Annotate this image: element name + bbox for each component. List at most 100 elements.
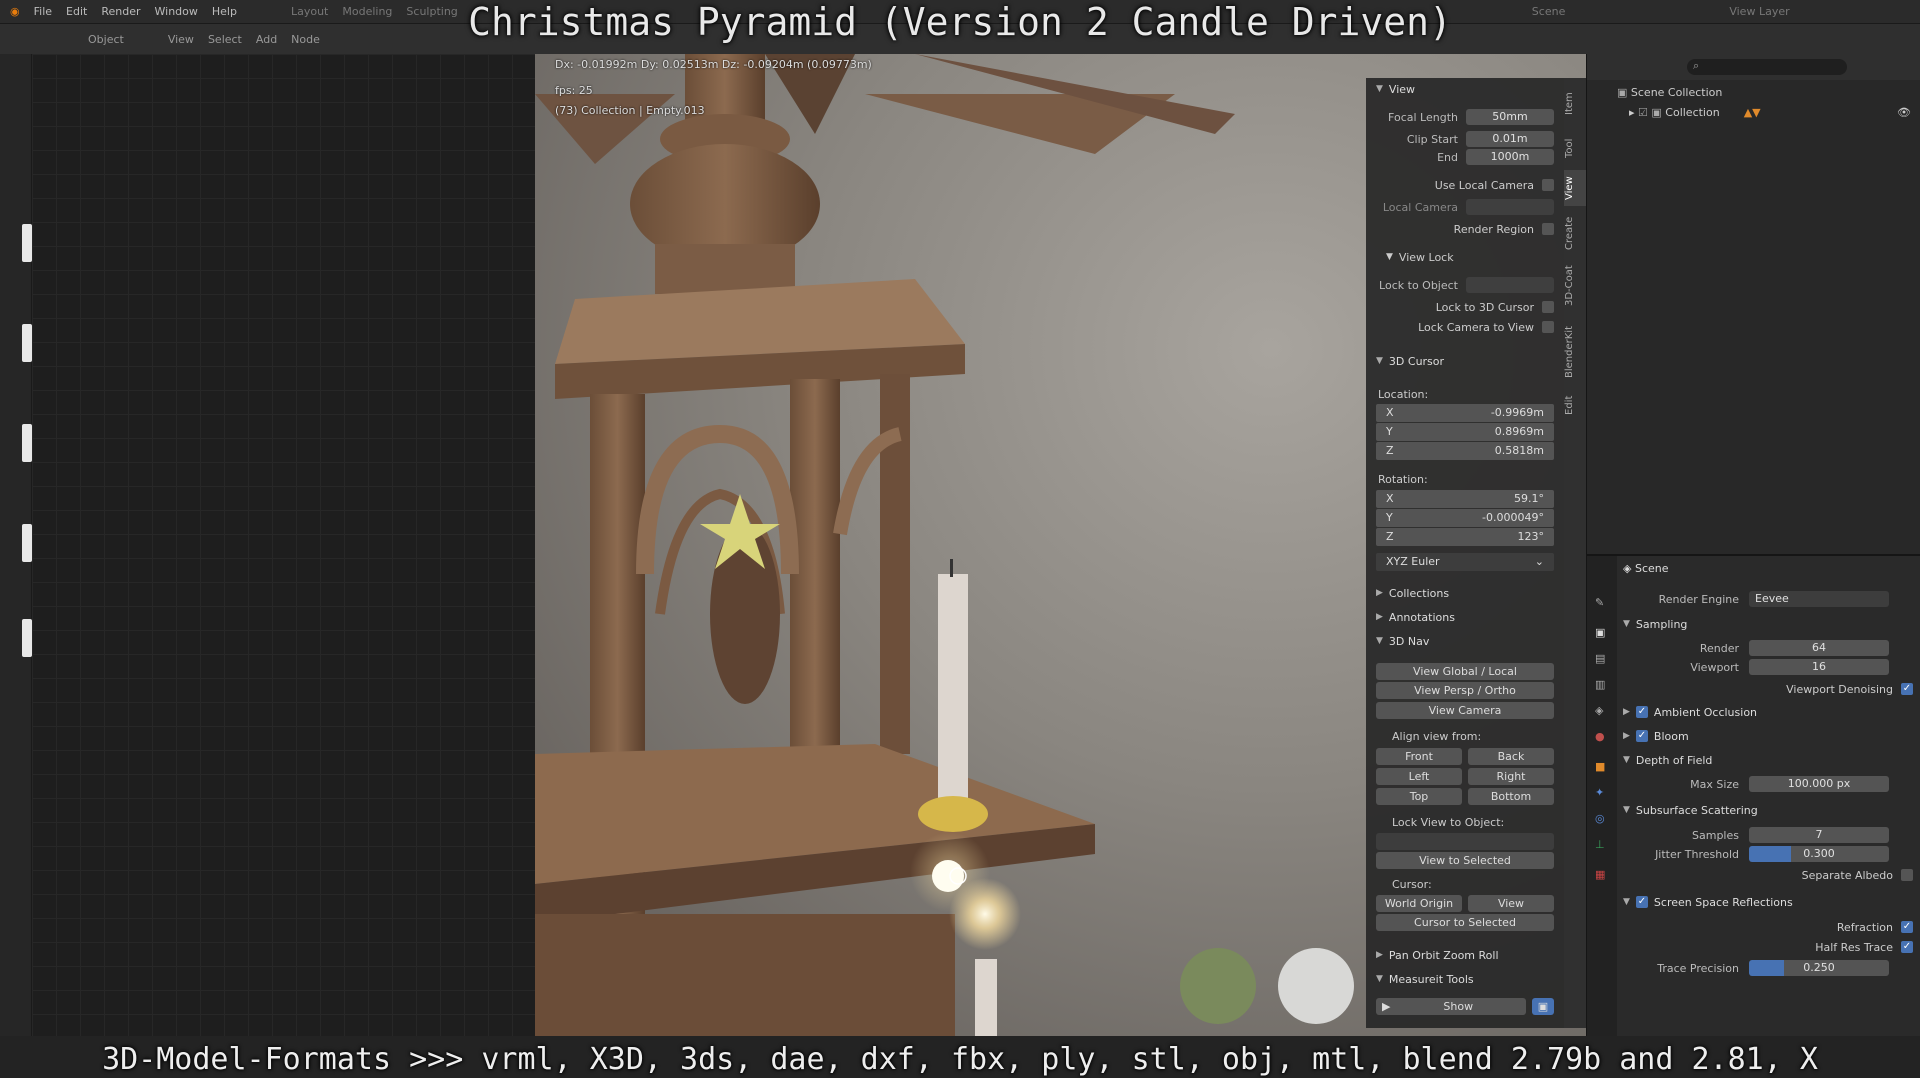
lock-to-object-field[interactable] xyxy=(1466,277,1554,293)
clip-end-field[interactable]: 1000m xyxy=(1466,149,1554,165)
texture-tab-icon[interactable]: ▦ xyxy=(1595,868,1605,881)
section-depth-of-field[interactable]: ▼ Depth of Field xyxy=(1623,750,1913,770)
menu-render[interactable]: Render xyxy=(101,5,140,18)
modifier-tab-icon[interactable]: ✦ xyxy=(1595,786,1604,799)
constraint-tab-icon[interactable]: ⊥ xyxy=(1595,838,1605,851)
tab-edit[interactable]: Edit xyxy=(1564,390,1586,420)
checkbox-icon[interactable]: ☑ xyxy=(1638,106,1651,119)
menu-help[interactable]: Help xyxy=(212,5,237,18)
ao-checkbox[interactable]: ✓ xyxy=(1635,706,1648,718)
ssr-checkbox[interactable]: ✓ xyxy=(1635,896,1648,908)
bloom-checkbox[interactable]: ✓ xyxy=(1635,730,1648,742)
cursor-location-x[interactable]: X -0.9969m xyxy=(1376,404,1554,422)
tab-tool[interactable]: Tool xyxy=(1564,130,1586,166)
use-local-camera-checkbox[interactable] xyxy=(1542,179,1554,191)
measureit-settings-icon[interactable]: ▣ xyxy=(1532,998,1554,1015)
header-node[interactable]: Node xyxy=(291,33,320,46)
menu-edit[interactable]: Edit xyxy=(66,5,87,18)
tool-tab-icon[interactable]: ✎ xyxy=(1595,596,1604,609)
tool-button[interactable] xyxy=(22,324,32,362)
panel-header-view[interactable]: ▼ View xyxy=(1366,78,1564,100)
half-res-trace-checkbox[interactable]: ✓ xyxy=(1901,941,1913,953)
panel-header-3d-cursor[interactable]: ▼ 3D Cursor xyxy=(1366,350,1564,372)
scene-collection-item[interactable]: ▣ Scene Collection xyxy=(1617,86,1722,99)
panel-header-measureit[interactable]: ▼ Measureit Tools xyxy=(1366,968,1564,990)
object-tab-icon[interactable]: ■ xyxy=(1595,760,1605,773)
viewport-denoising-checkbox[interactable]: ✓ xyxy=(1901,683,1913,695)
section-bloom[interactable]: ▶ ✓ Bloom xyxy=(1623,726,1913,746)
blender-logo-icon[interactable]: ◉ xyxy=(10,5,20,18)
collection-item[interactable]: ▸ ☑ ▣ Collection ▲▼ xyxy=(1629,106,1761,119)
tool-button[interactable] xyxy=(22,224,32,262)
cursor-location-y[interactable]: Y 0.8969m xyxy=(1376,423,1554,441)
section-subsurface-scattering[interactable]: ▼ Subsurface Scattering xyxy=(1623,800,1913,820)
render-region-checkbox[interactable] xyxy=(1542,223,1554,235)
panel-header-pan-orbit[interactable]: ▶ Pan Orbit Zoom Roll xyxy=(1366,944,1564,966)
outliner-search-input[interactable] xyxy=(1687,59,1847,75)
max-size-field[interactable]: 100.000 px xyxy=(1749,776,1889,792)
tab-blenderkit[interactable]: BlenderKit xyxy=(1564,318,1586,386)
align-right-button[interactable]: Right xyxy=(1468,768,1554,785)
cursor-rotation-z[interactable]: Z 123° xyxy=(1376,528,1554,546)
align-top-button[interactable]: Top xyxy=(1376,788,1462,805)
panel-header-collections[interactable]: ▶ Collections xyxy=(1366,582,1564,604)
node-editor-grid[interactable] xyxy=(32,54,535,1036)
panel-header-3d-nav[interactable]: ▼ 3D Nav xyxy=(1366,630,1564,652)
header-add[interactable]: Add xyxy=(256,33,277,46)
lock-to-cursor-checkbox[interactable] xyxy=(1542,301,1554,313)
view-to-selected-button[interactable]: View to Selected xyxy=(1376,852,1554,869)
sss-samples-field[interactable]: 7 xyxy=(1749,827,1889,843)
jitter-threshold-slider[interactable]: 0.300 xyxy=(1749,846,1889,862)
tab-item[interactable]: Item xyxy=(1564,84,1586,124)
menu-file[interactable]: File xyxy=(34,5,52,18)
cursor-rotation-x[interactable]: X 59.1° xyxy=(1376,490,1554,508)
viewport-samples-field[interactable]: 16 xyxy=(1749,659,1889,675)
mode-selector[interactable]: Object xyxy=(88,33,124,46)
cursor-rotation-y[interactable]: Y -0.000049° xyxy=(1376,509,1554,527)
render-tab-icon[interactable]: ▣ xyxy=(1595,626,1605,639)
world-tab-icon[interactable]: ● xyxy=(1595,730,1605,743)
view-layer-selector[interactable]: View Layer xyxy=(1729,5,1789,18)
tool-button[interactable] xyxy=(22,619,32,657)
cursor-to-selected-button[interactable]: Cursor to Selected xyxy=(1376,914,1554,931)
align-back-button[interactable]: Back xyxy=(1468,748,1554,765)
header-view[interactable]: View xyxy=(168,33,194,46)
tool-button[interactable] xyxy=(22,424,32,462)
view-persp-ortho-button[interactable]: View Persp / Ortho xyxy=(1376,682,1554,699)
tab-create[interactable]: Create xyxy=(1564,210,1586,256)
section-ambient-occlusion[interactable]: ▶ ✓ Ambient Occlusion xyxy=(1623,702,1913,722)
cursor-location-z[interactable]: Z 0.5818m xyxy=(1376,442,1554,460)
scene-selector[interactable]: Scene xyxy=(1532,5,1566,18)
refraction-checkbox[interactable]: ✓ xyxy=(1901,921,1913,933)
view-camera-button[interactable]: View Camera xyxy=(1376,702,1554,719)
align-front-button[interactable]: Front xyxy=(1376,748,1462,765)
header-select[interactable]: Select xyxy=(208,33,242,46)
trace-precision-slider[interactable]: 0.250 xyxy=(1749,960,1889,976)
local-camera-field[interactable] xyxy=(1466,199,1554,215)
workspace-tab-sculpting[interactable]: Sculpting xyxy=(406,5,457,18)
view-lock-header[interactable]: View Lock xyxy=(1399,251,1454,264)
workspace-tab-modeling[interactable]: Modeling xyxy=(342,5,392,18)
clip-start-field[interactable]: 0.01m xyxy=(1466,131,1554,147)
section-sampling[interactable]: ▼ Sampling xyxy=(1623,614,1913,634)
section-screen-space-reflections[interactable]: ▼ ✓ Screen Space Reflections xyxy=(1623,892,1913,912)
tool-button[interactable] xyxy=(22,524,32,562)
world-origin-button[interactable]: World Origin xyxy=(1376,895,1462,912)
workspace-tab-layout[interactable]: Layout xyxy=(291,5,328,18)
lock-camera-checkbox[interactable] xyxy=(1542,321,1554,333)
visibility-eye-icon[interactable]: 👁 xyxy=(1897,106,1911,119)
view-layer-tab-icon[interactable]: ▥ xyxy=(1595,678,1605,691)
cursor-view-button[interactable]: View xyxy=(1468,895,1554,912)
separate-albedo-checkbox[interactable] xyxy=(1901,869,1913,881)
menu-window[interactable]: Window xyxy=(155,5,198,18)
render-engine-dropdown[interactable]: Eevee xyxy=(1749,591,1889,607)
align-left-button[interactable]: Left xyxy=(1376,768,1462,785)
physics-tab-icon[interactable]: ◎ xyxy=(1595,812,1605,825)
rotation-mode-dropdown[interactable]: XYZ Euler ⌄ xyxy=(1376,553,1554,571)
focal-length-field[interactable]: 50mm xyxy=(1466,109,1554,125)
tab-3d-coat[interactable]: 3D-Coat xyxy=(1564,260,1586,312)
output-tab-icon[interactable]: ▤ xyxy=(1595,652,1605,665)
lock-view-object-field[interactable] xyxy=(1376,833,1554,850)
view-global-local-button[interactable]: View Global / Local xyxy=(1376,663,1554,680)
measureit-show-button[interactable]: ▶ Show xyxy=(1376,998,1526,1015)
